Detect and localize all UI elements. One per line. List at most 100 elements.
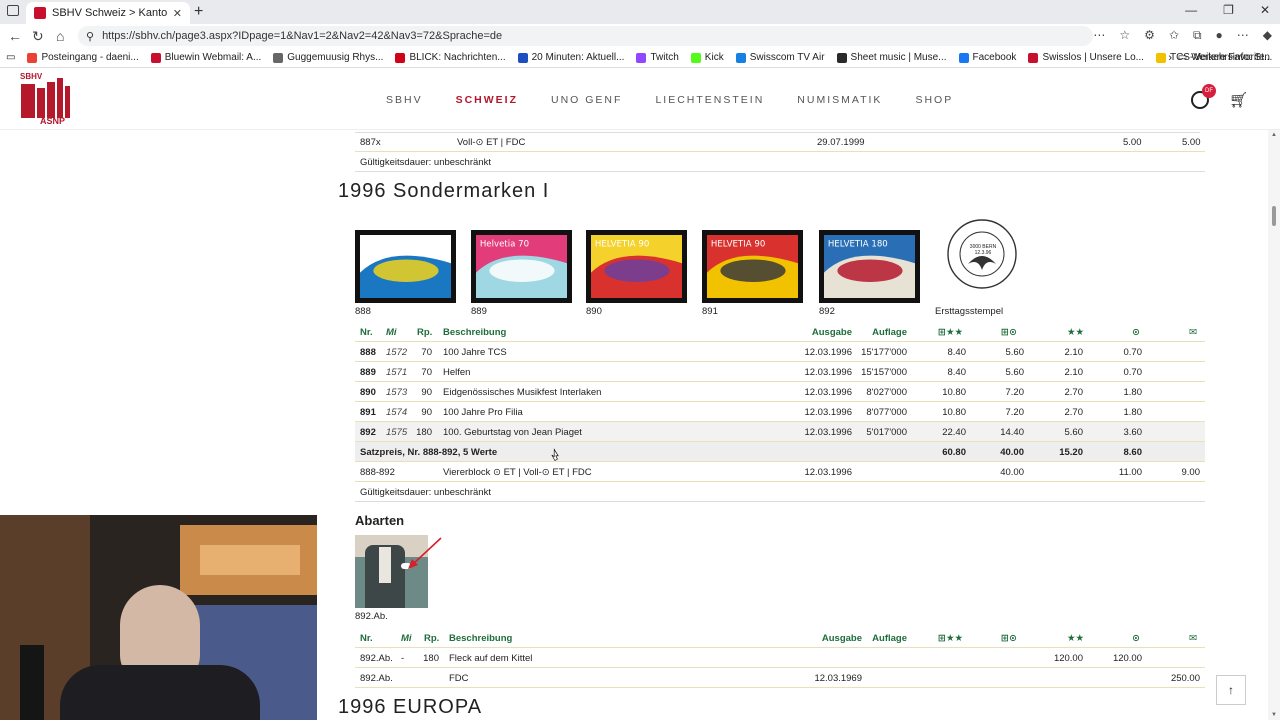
- bookmark-label: Bluewin Webmail: A...: [164, 52, 262, 63]
- other-favorites[interactable]: ▭ Weitere Favoriten: [1178, 52, 1270, 63]
- site-header: SBHV ASNP SBHV SCHWEIZ UNO GENF LIECHTENSTE…: [0, 69, 1280, 130]
- abarten-title: Abarten: [355, 513, 405, 528]
- table-row[interactable]: 890 1573 90 Eidgenössisches Musikfest Inter…: [355, 382, 1205, 402]
- table-cell: ⊞★★: [938, 327, 963, 338]
- favorite-star-icon[interactable]: ☆: [1119, 28, 1130, 43]
- bookmark-item[interactable]: Bluewin Webmail: A...: [150, 52, 262, 63]
- table-cell: 12.03.1996: [804, 467, 852, 478]
- table-cell: ★★: [1067, 633, 1085, 644]
- bookmark-item[interactable]: Facebook: [958, 52, 1016, 63]
- table-cell: ⊞⊙: [1001, 327, 1017, 338]
- sidebar-toggle-icon[interactable]: [7, 5, 19, 16]
- table-row[interactable]: 889 1571 70 Helfen 12.03.1996 15'157'000 8.40 5…: [355, 362, 1205, 382]
- site-info-icon[interactable]: ⚲: [86, 30, 94, 43]
- bookmark-favicon-icon: [150, 52, 161, 63]
- bookmark-item[interactable]: Kick: [690, 52, 724, 63]
- table-cell: 892.Ab.: [360, 653, 393, 664]
- profile-icon[interactable]: ●: [1216, 28, 1223, 43]
- logo-bottom-text: ASNP: [40, 116, 66, 126]
- table-row[interactable]: 892 1575 180 100. Geburtstag von Jean Piage…: [355, 422, 1205, 442]
- bookmarks-overflow-icon[interactable]: ›: [1168, 52, 1172, 64]
- bookmark-label: Swisscom TV Air: [749, 52, 825, 63]
- bookmark-item[interactable]: Swisslos | Unsere Lo...: [1028, 52, 1144, 63]
- copilot-icon[interactable]: ◆: [1263, 28, 1272, 43]
- stamp-image-889[interactable]: Helvetia 70: [471, 230, 572, 303]
- stamp-image-888[interactable]: HELVETIA: [355, 230, 456, 303]
- extensions-icon[interactable]: ⚙: [1144, 28, 1155, 43]
- stamp-image-891[interactable]: HELVETIA 90: [702, 230, 803, 303]
- stamp-text: HELVETIA 90: [711, 239, 765, 249]
- scroll-down-icon[interactable]: ▼: [1271, 712, 1277, 718]
- bookmark-item[interactable]: Sheet music | Muse...: [836, 52, 947, 63]
- table-cell: 90: [421, 387, 432, 398]
- set-price-row: Satzpreis, Nr. 888-892, 5 Werte 60.80 40.0…: [355, 442, 1205, 462]
- table-cell: 8.60: [1123, 447, 1143, 458]
- table-cell: Gültigkeitsdauer: unbeschränkt: [360, 487, 491, 498]
- mouse-cursor-icon: [551, 448, 559, 462]
- close-window-icon[interactable]: ✕: [1260, 3, 1270, 17]
- collections-icon[interactable]: ⧉: [1193, 28, 1202, 43]
- stamp-label: 892: [819, 306, 835, 317]
- table-cell: 1575: [386, 427, 408, 438]
- bookmark-item[interactable]: Posteingang - daeni...: [27, 52, 139, 63]
- bookmark-item[interactable]: Swisscom TV Air: [735, 52, 825, 63]
- site-logo[interactable]: SBHV ASNP: [18, 72, 72, 128]
- more-options-icon[interactable]: ⋯: [1093, 28, 1105, 43]
- bookmark-label: Sheet music | Muse...: [850, 52, 947, 63]
- scrollbar-thumb[interactable]: [1272, 206, 1276, 226]
- back-to-top-button[interactable]: ↑: [1216, 675, 1246, 705]
- bookmark-item[interactable]: BLICK: Nachrichten...: [395, 52, 506, 63]
- block-row[interactable]: 888-892 Viererblock ⊙ ET | Voll-⊙ ET | FD…: [355, 462, 1205, 482]
- nav-item-schweiz[interactable]: SCHWEIZ: [456, 94, 518, 106]
- bookmark-item[interactable]: Guggemuusig Rhys...: [273, 52, 383, 63]
- postmark[interactable]: 3000 BERN 12.3.96: [946, 218, 1018, 290]
- table-cell: 70: [421, 367, 432, 378]
- back-icon[interactable]: ←: [8, 28, 22, 44]
- table-row[interactable]: 891 1574 90 100 Jahre Pro Filia 12.03.1996 8'…: [355, 402, 1205, 422]
- table-cell: 100 Jahre Pro Filia: [443, 407, 523, 418]
- table-cell: 15.20: [1059, 447, 1083, 458]
- nav-item-liechtenstein[interactable]: LIECHTENSTEIN: [655, 94, 764, 106]
- table-cell: 892.Ab.: [360, 673, 393, 684]
- close-tab-icon[interactable]: ✕: [173, 7, 182, 20]
- table-row[interactable]: 888 1572 70 100 Jahre TCS 12.03.1996 15'177'0…: [355, 342, 1205, 362]
- table-cell: 12.03.1996: [804, 367, 852, 378]
- bookmark-item[interactable]: 20 Minuten: Aktuell...: [517, 52, 625, 63]
- table-cell: -: [401, 653, 405, 664]
- shopping-cart-icon[interactable]: 🛒︎: [1229, 91, 1248, 109]
- table-cell: 120.00: [1112, 653, 1142, 664]
- nav-item-uno-genf[interactable]: UNO GENF: [551, 94, 622, 106]
- table-cell: 0.70: [1123, 347, 1143, 358]
- stamp-image-892[interactable]: HELVETIA 180: [819, 230, 920, 303]
- nav-item-shop[interactable]: SHOP: [915, 94, 953, 106]
- page-scrollbar[interactable]: ▲ ▼: [1268, 130, 1280, 720]
- maximize-icon[interactable]: ❐: [1223, 3, 1234, 17]
- nav-item-sbhv[interactable]: SBHV: [386, 94, 423, 106]
- table-cell: Nr.: [360, 633, 373, 644]
- stamp-label: 891: [702, 306, 718, 317]
- table-cell: Beschreibung: [449, 633, 513, 644]
- url-field[interactable]: ⚲ https://sbhv.ch/page3.aspx?IDpage=1&Na…: [78, 26, 1093, 46]
- stamp-image-890[interactable]: HELVETIA 90: [586, 230, 687, 303]
- table-cell: 0.70: [1123, 367, 1143, 378]
- table-cell: 70: [421, 347, 432, 358]
- table-cell: 1572: [386, 347, 408, 358]
- browser-menu-icon[interactable]: ⋯: [1237, 28, 1249, 43]
- reading-view-icon[interactable]: ▭: [6, 52, 15, 63]
- variety-row[interactable]: 892.Ab. - 180 Fleck auf dem Kittel 120.00 120…: [355, 648, 1205, 668]
- variety-row[interactable]: 892.Ab. FDC 12.03.1969 250.00: [355, 668, 1205, 688]
- nav-item-numismatik[interactable]: NUMISMATIK: [797, 94, 882, 106]
- table-cell: 890: [360, 387, 376, 398]
- reload-icon[interactable]: ↻: [32, 28, 44, 45]
- browser-tab[interactable]: SBHV Schweiz > Kantonal- und F ✕: [26, 2, 190, 24]
- new-tab-button[interactable]: +: [194, 3, 203, 21]
- stamp-label: 890: [586, 306, 602, 317]
- favorites-icon[interactable]: ✩: [1169, 28, 1179, 43]
- minimize-icon[interactable]: —: [1185, 3, 1197, 17]
- section-title: 1996 Sondermarken I: [338, 180, 550, 202]
- scroll-up-icon[interactable]: ▲: [1271, 132, 1277, 138]
- bookmark-label: 20 Minuten: Aktuell...: [531, 52, 625, 63]
- bookmark-label: Twitch: [650, 52, 679, 63]
- home-icon[interactable]: ⌂: [56, 28, 64, 44]
- bookmark-item[interactable]: Twitch: [636, 52, 679, 63]
